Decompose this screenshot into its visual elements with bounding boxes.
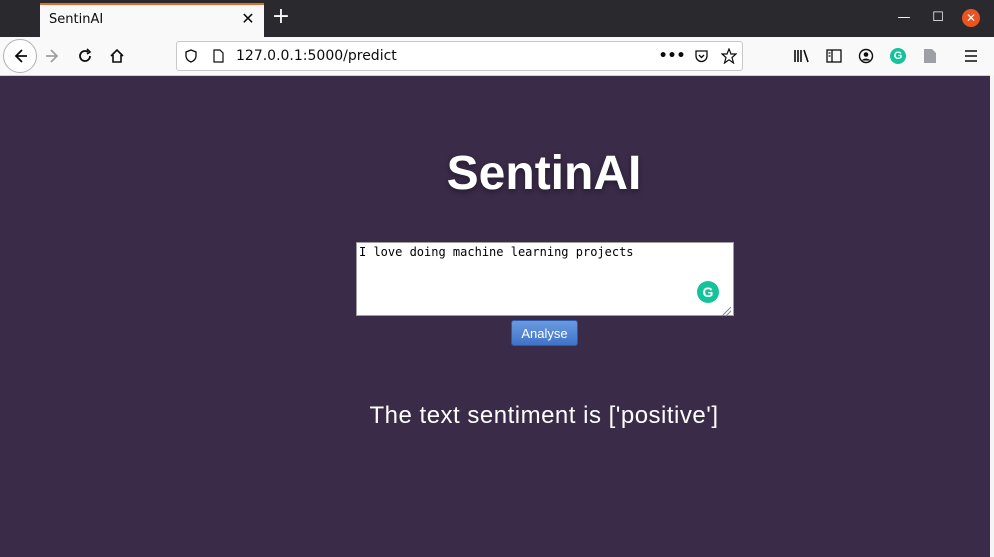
url-text[interactable]: 127.0.0.1:5000/predict [236,48,397,64]
window-close-icon[interactable]: ✕ [962,9,980,27]
minimize-icon[interactable]: — [895,9,913,27]
grammarly-extension-icon[interactable]: G [883,41,913,71]
tab-sentinai[interactable]: SentinAI ✕ [40,3,264,37]
forward-icon[interactable] [38,41,68,71]
tab-title: SentinAI [49,12,104,27]
maximize-icon[interactable]: ☐ [929,9,947,27]
pocket-icon[interactable] [693,48,709,64]
analyse-button[interactable]: Analyse [511,320,578,346]
home-icon[interactable] [102,41,132,71]
tab-bar: SentinAI ✕ + — ☐ ✕ [0,0,994,37]
sentiment-text-input[interactable]: I love doing machine learning projects [356,242,734,316]
reload-icon[interactable] [70,41,100,71]
bookmark-star-icon[interactable] [721,48,737,64]
page-title: SentinAI [446,147,642,200]
shield-icon[interactable] [183,48,199,64]
url-bar[interactable]: 127.0.0.1:5000/predict ••• [176,41,743,71]
back-icon[interactable] [3,39,37,73]
grammarly-icon[interactable]: G [697,281,719,303]
nav-bar: 127.0.0.1:5000/predict ••• G [0,37,994,76]
page-edge [990,75,994,557]
account-icon[interactable] [851,41,881,71]
page-content: SentinAI I love doing machine learning p… [0,76,990,557]
library-icon[interactable] [787,41,817,71]
extension-icon[interactable] [915,41,945,71]
more-actions-icon[interactable]: ••• [659,48,686,64]
browser-window: SentinAI ✕ + — ☐ ✕ 127.0.0.1:5000/predic… [0,0,994,557]
resize-grip-icon[interactable] [720,302,732,317]
sidebar-icon[interactable] [819,41,849,71]
tab-close-icon[interactable]: ✕ [240,11,256,27]
page-icon[interactable] [210,48,226,64]
menu-icon[interactable] [956,41,986,71]
sentiment-result: The text sentiment is ['positive'] [369,402,719,429]
new-tab-icon[interactable]: + [270,6,292,28]
